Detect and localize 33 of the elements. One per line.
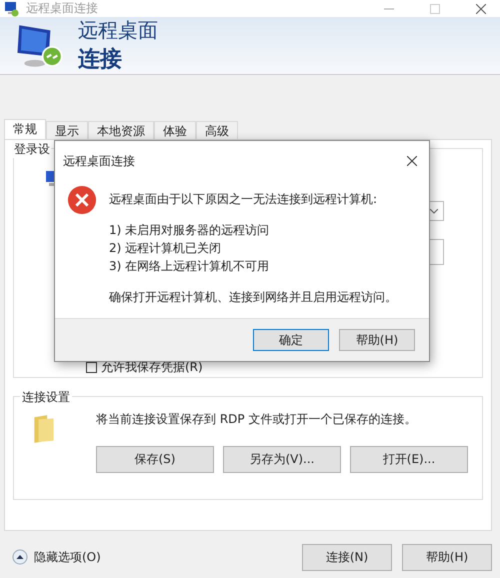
collapse-icon[interactable] xyxy=(12,549,28,565)
tab[interactable]: 高级 xyxy=(196,121,238,139)
file-button[interactable]: 打开(E)... xyxy=(350,446,468,473)
file-button[interactable]: 另存为(V)... xyxy=(223,446,341,473)
file-button[interactable]: 保存(S) xyxy=(96,446,214,473)
checkbox-label: 允许我保存凭据(R) xyxy=(101,359,203,376)
close-icon[interactable] xyxy=(407,156,417,166)
hide-options-link[interactable]: 隐藏选项(O) xyxy=(34,548,101,566)
window-title: 远程桌面连接 xyxy=(26,0,98,17)
reason-text: 3) 在网络上远程计算机不可用 xyxy=(109,258,270,275)
save-credentials-checkbox[interactable] xyxy=(86,362,97,373)
group-title: 登录设 xyxy=(13,141,51,158)
description-text: 将当前连接设置保存到 RDP 文件或打开一个已保存的连接。 xyxy=(96,411,418,428)
banner-subtitle: 连接 xyxy=(78,46,123,74)
caret-icon xyxy=(430,208,438,214)
banner-title: 远程桌面 xyxy=(78,17,158,44)
app-icon xyxy=(4,0,20,16)
dialog-title: 远程桌面连接 xyxy=(63,152,135,170)
footer-button[interactable]: 连接(N) xyxy=(302,544,392,570)
reason-text: 1) 未启用对服务器的远程访问 xyxy=(109,222,270,239)
footer-button[interactable]: 帮助(H) xyxy=(402,544,492,570)
dialog-button[interactable]: 帮助(H) xyxy=(339,329,415,351)
reason-text: 2) 远程计算机已关闭 xyxy=(109,240,222,257)
error-message: 远程桌面由于以下原因之一无法连接到远程计算机: xyxy=(109,191,378,208)
error-icon xyxy=(67,185,97,215)
group-title: 连接设置 xyxy=(20,389,72,406)
tab[interactable]: 体验 xyxy=(154,121,196,139)
tab[interactable]: 显示 xyxy=(46,121,88,139)
tab[interactable]: 本地资源 xyxy=(88,121,154,139)
close-icon[interactable] xyxy=(476,4,486,14)
tab[interactable]: 常规 xyxy=(4,119,46,139)
advice-text: 确保打开远程计算机、连接到网络并且启用远程访问。 xyxy=(109,289,397,306)
dialog-button[interactable]: 确定 xyxy=(253,329,329,351)
